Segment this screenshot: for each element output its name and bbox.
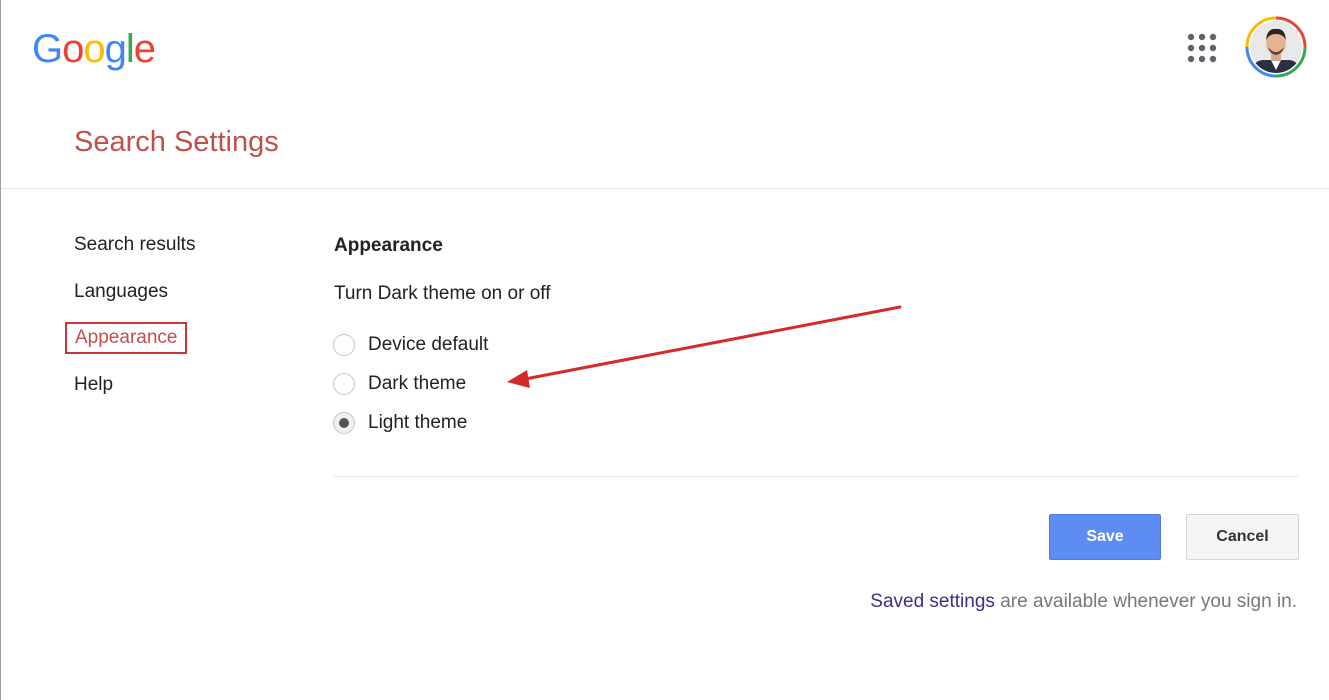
radio-selected-dot	[339, 418, 349, 428]
saved-settings-link[interactable]: Saved settings	[870, 591, 995, 612]
radio-button[interactable]	[333, 373, 355, 395]
radio-light-theme[interactable]: Light theme	[333, 410, 467, 436]
page-title: Search Settings	[74, 126, 279, 158]
google-logo[interactable]: Google	[32, 27, 156, 71]
logo-letter: g	[104, 27, 127, 71]
radio-label: Light theme	[368, 412, 468, 433]
account-avatar[interactable]	[1245, 16, 1307, 78]
content-divider	[334, 476, 1298, 477]
apps-grid-icon[interactable]	[1185, 31, 1219, 65]
radio-label: Dark theme	[368, 373, 467, 394]
section-heading: Appearance	[334, 235, 443, 256]
logo-letter: o	[62, 27, 84, 71]
logo-letter: o	[83, 27, 105, 71]
logo-letter: G	[32, 27, 63, 71]
saved-settings-note: Saved settings are available whenever yo…	[870, 590, 1297, 614]
radio-label: Device default	[368, 334, 489, 355]
save-button[interactable]: Save	[1049, 514, 1161, 560]
cancel-button[interactable]: Cancel	[1186, 514, 1299, 560]
sidebar-item-search-results[interactable]: Search results	[74, 233, 195, 257]
logo-letter: l	[125, 27, 135, 71]
radio-button-selected[interactable]	[333, 412, 355, 434]
section-description: Turn Dark theme on or off	[334, 283, 551, 304]
sidebar-item-help[interactable]: Help	[74, 373, 113, 397]
header-divider	[1, 188, 1329, 189]
radio-dark-theme[interactable]: Dark theme	[333, 371, 466, 397]
sidebar-item-appearance[interactable]: Appearance	[65, 322, 188, 354]
sidebar-item-languages[interactable]: Languages	[74, 280, 168, 304]
radio-device-default[interactable]: Device default	[333, 332, 488, 358]
search-settings-page: Google Search Settings Search results La…	[0, 0, 1329, 700]
radio-button[interactable]	[333, 334, 355, 356]
logo-letter: e	[133, 27, 156, 71]
saved-settings-text: are available whenever you sign in.	[994, 591, 1297, 612]
